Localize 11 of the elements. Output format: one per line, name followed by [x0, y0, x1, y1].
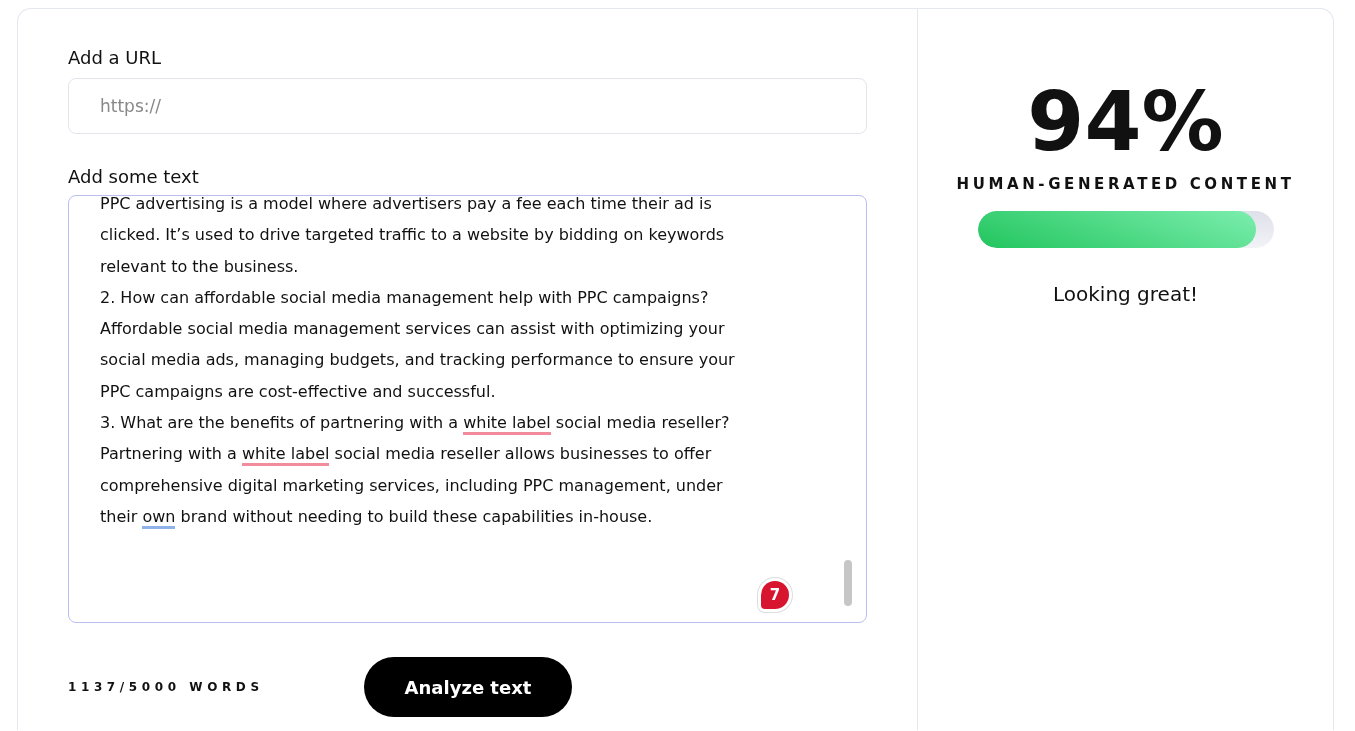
analyze-button[interactable]: Analyze text	[364, 657, 572, 717]
field-label: Add a URL	[68, 47, 162, 68]
score-percentage: 94%	[1027, 81, 1224, 163]
text-input-field[interactable]	[68, 195, 867, 623]
field-label: Add some text	[68, 166, 199, 187]
editor-text: PPC advertising is a model where advertisers pay a fee each time their ad is clicked. It’s used to drive targeted traffic to a website by bidding on keywords relevant to the business. 2. How can affordable social media management help with PPC campaigns? Affordable social media management services can assist with optimizing your social media ads, managing budgets, and tracking performance to ensure your PPC campaigns are cost-effective and successful. 3. What are the benefits of partnering with a white label social media reseller? Partnering with a white label social media reseller allows businesses to offer comprehensive digital marketing services, including PPC management, under their own brand without needing to build these capabilities in-house.	[100, 196, 835, 533]
word-count: 1137/5000 WORDS	[68, 680, 265, 694]
url-input-field[interactable]: https://	[68, 78, 867, 134]
scrollbar-thumb[interactable]	[844, 560, 852, 606]
score-caption: HUMAN-GENERATED CONTENT	[956, 175, 1295, 193]
verdict-text: Looking great!	[1053, 282, 1198, 306]
